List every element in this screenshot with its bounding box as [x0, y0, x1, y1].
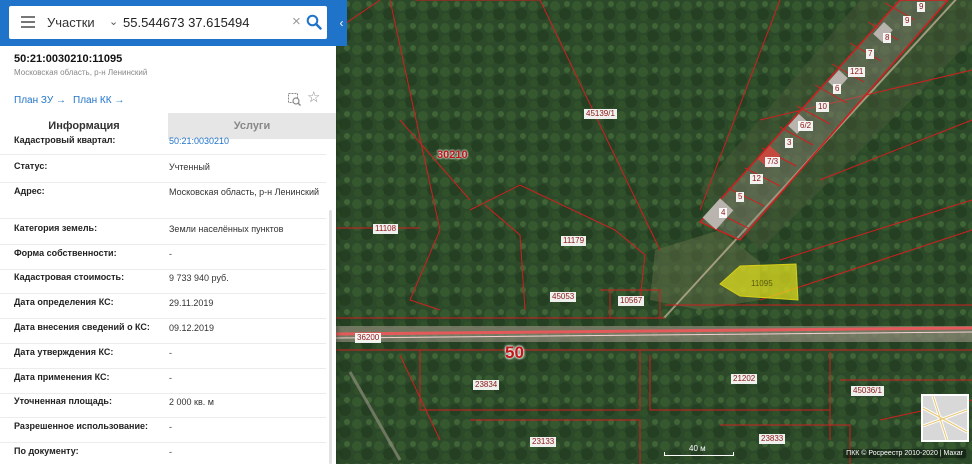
parcel-label: 45139/1 [584, 109, 617, 119]
house-number: 7 [866, 49, 875, 59]
info-row: Дата применения КС: - [0, 372, 326, 394]
row-value: - [169, 348, 172, 358]
info-row: Кадастровый квартал: 50:21:0030210 [0, 135, 326, 155]
parcel-label: 36200 [355, 333, 382, 343]
parcel-label: 45036/1 [851, 386, 884, 396]
row-value: Учтенный [169, 162, 210, 172]
row-value: Московская область, р-н Ленинский [169, 187, 320, 197]
info-row: Дата внесения сведений о КС: 09.12.2019 [0, 322, 326, 344]
house-number: 7/3 [765, 157, 781, 167]
row-label: Кадастровая стоимость: [14, 272, 125, 282]
parcel-label: 45053 [550, 292, 577, 302]
house-number: 6/2 [798, 121, 814, 131]
row-value: - [169, 249, 172, 259]
zoom-to-object-icon[interactable] [288, 93, 301, 106]
row-value: - [169, 447, 172, 457]
collapse-panel-button[interactable]: ‹ [336, 6, 347, 39]
copyright: ПКК © Росреестр 2010-2020 | Maxar [843, 449, 966, 458]
house-number: 3 [785, 138, 794, 148]
info-row: Уточненная площадь: 2 000 кв. м [0, 396, 326, 418]
parcel-label: 11108 [373, 224, 399, 234]
row-label: Адрес: [14, 186, 45, 196]
search-input[interactable] [123, 12, 291, 33]
row-value: Земли населённых пунктов [169, 224, 284, 234]
scrollbar[interactable] [329, 210, 332, 464]
plan-zu-link[interactable]: План ЗУ → [14, 95, 66, 106]
cadastral-number: 50:21:0030210:11095 [14, 53, 123, 65]
house-number: 4 [719, 208, 728, 218]
menu-icon[interactable] [21, 16, 35, 28]
parcel-label: 23834 [473, 380, 500, 390]
minimap[interactable] [921, 394, 969, 442]
info-row: Дата определения КС: 29.11.2019 [0, 297, 326, 319]
house-number: 6 [833, 84, 842, 94]
house-number: 121 [848, 67, 866, 77]
clear-icon[interactable]: × [292, 14, 301, 29]
search-type-select[interactable]: Участки [47, 15, 95, 30]
row-label: Статус: [14, 161, 48, 171]
row-label: Кадастровый квартал: [14, 135, 116, 145]
row-value: 29.11.2019 [169, 298, 214, 308]
row-label: По документу: [14, 446, 79, 456]
row-value: 09.12.2019 [169, 323, 215, 333]
row-label: Форма собственности: [14, 248, 117, 258]
house-number: 8 [883, 33, 892, 43]
star-icon[interactable]: ☆ [307, 90, 320, 105]
parcel-label: 11179 [561, 236, 587, 246]
house-number: 5 [736, 192, 745, 202]
row-label: Категория земель: [14, 223, 98, 233]
row-label: Уточненная площадь: [14, 396, 112, 406]
parcel-label: 23133 [530, 437, 557, 447]
info-panel: Участки ⌄ × ‹ 50:21:0030210:11095 Москов… [0, 0, 347, 464]
object-address: Московская область, р-н Ленинский [14, 68, 148, 77]
chevron-down-icon[interactable]: ⌄ [109, 15, 118, 28]
info-row: Статус: Учтенный [0, 161, 326, 183]
info-row: Адрес: Московская область, р-н Ленинский [0, 186, 326, 219]
info-row: Категория земель: Земли населённых пункт… [0, 223, 326, 245]
row-label: Дата применения КС: [14, 372, 110, 382]
parcel-label: 23833 [759, 434, 786, 444]
search-icon[interactable] [306, 14, 322, 30]
quarter-label: 30210 [437, 149, 468, 161]
parcel-label: 21202 [731, 374, 758, 384]
parcel-label: 10567 [618, 296, 645, 306]
house-number: 10 [816, 102, 829, 112]
row-value: - [169, 373, 172, 383]
info-row: Дата утверждения КС: - [0, 347, 326, 369]
search-box: Участки ⌄ × [9, 6, 327, 39]
row-label: Дата определения КС: [14, 297, 114, 307]
row-value: - [169, 422, 172, 432]
plan-kk-link[interactable]: План КК → [73, 95, 124, 106]
house-number: 9 [903, 16, 912, 26]
row-label: Дата утверждения КС: [14, 347, 114, 357]
row-label: Разрешенное использование: [14, 421, 148, 431]
house-number: 12 [750, 174, 763, 184]
info-row: Форма собственности: - [0, 248, 326, 270]
row-label: Дата внесения сведений о КС: [14, 322, 150, 332]
row-value: 2 000 кв. м [169, 397, 214, 407]
selected-parcel-label: 11095 [751, 279, 773, 288]
info-row: Кадастровая стоимость: 9 733 940 руб. [0, 272, 326, 294]
info-row: Разрешенное использование: - [0, 421, 326, 443]
row-value[interactable]: 50:21:0030210 [169, 135, 321, 148]
search-bar: Участки ⌄ × ‹ [0, 0, 347, 46]
house-number: 9 [917, 2, 926, 12]
scale-bar: 40 м [664, 444, 734, 456]
row-value: 9 733 940 руб. [169, 273, 229, 283]
road-label: 50 [505, 343, 524, 362]
info-row: По документу: - [0, 446, 326, 464]
